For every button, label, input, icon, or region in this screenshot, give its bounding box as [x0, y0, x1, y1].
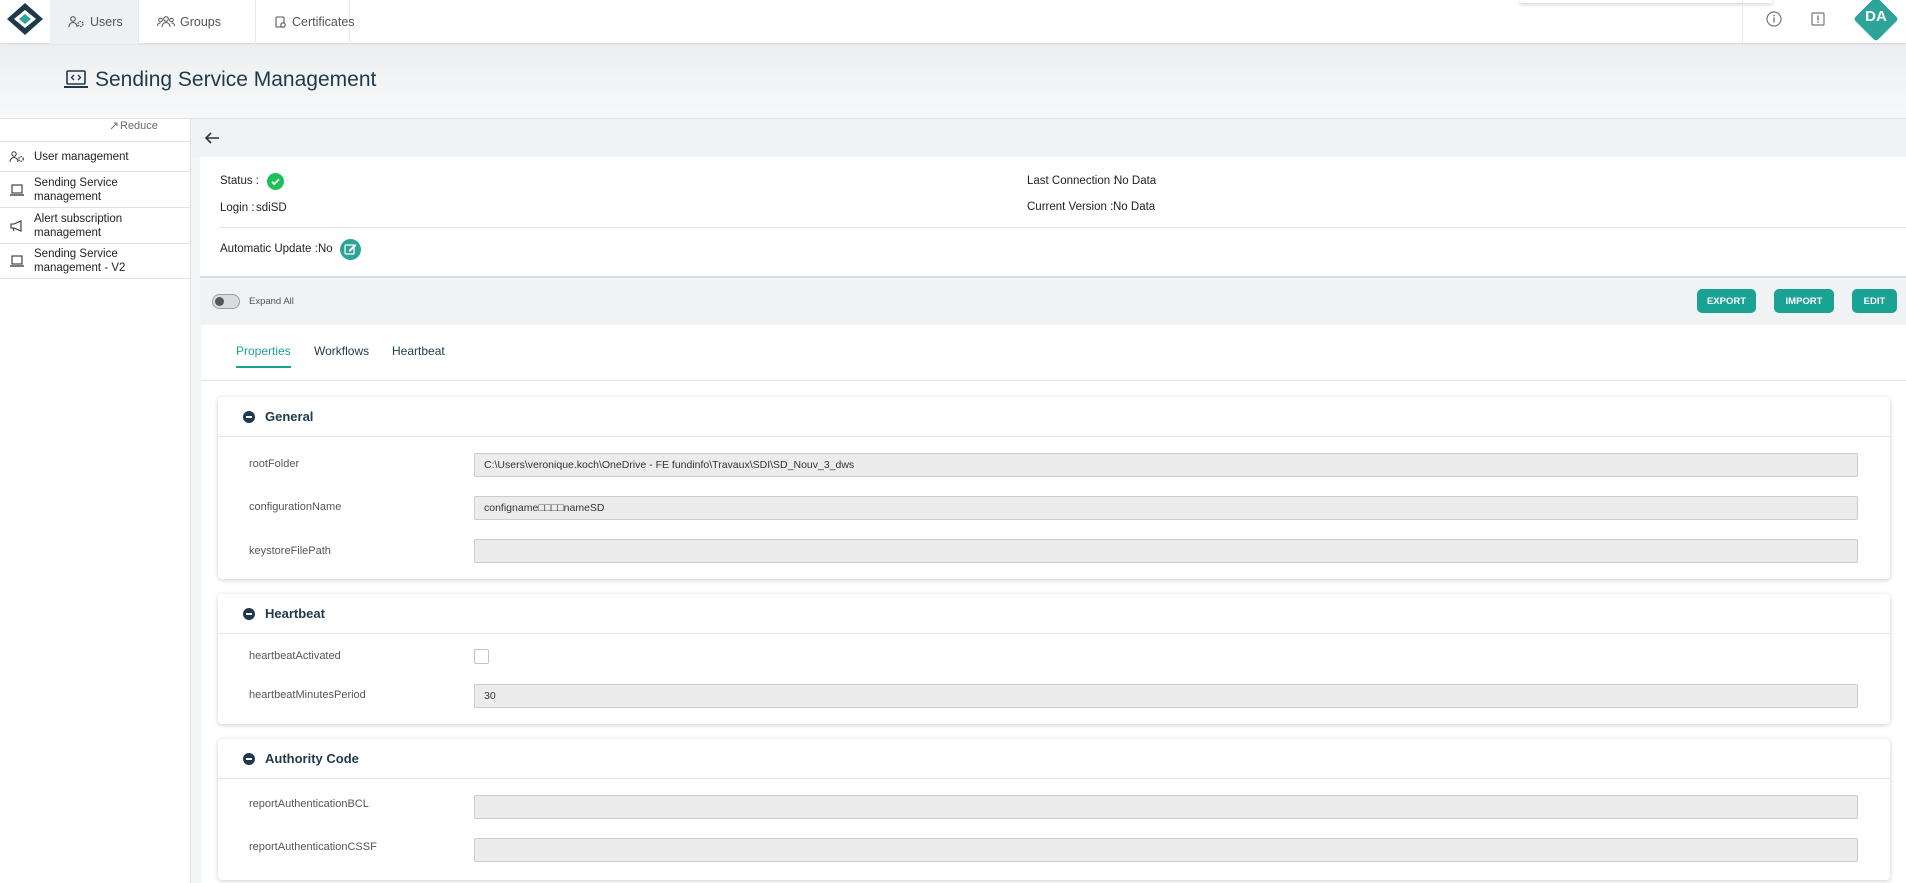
check-circle-icon [267, 173, 284, 190]
nav-tab-label: Users [90, 15, 123, 29]
field-label: configurationName [249, 501, 342, 513]
login-value: sdiSD [256, 202, 287, 214]
nav-tab-label: Certificates [292, 15, 355, 29]
collapse-minus-icon[interactable] [243, 410, 255, 423]
laptop-code-icon [63, 69, 89, 91]
reduce-label: Reduce [120, 120, 158, 132]
section-authority-code: Authority Code reportAuthenticationBCL r… [218, 739, 1890, 880]
users-cog-icon [9, 150, 29, 163]
info-icon[interactable] [1764, 9, 1784, 29]
expand-all-toggle[interactable] [212, 294, 240, 309]
section-header[interactable]: Heartbeat [218, 594, 1890, 634]
edit-button[interactable]: EDIT [1852, 289, 1897, 313]
certificate-icon [274, 15, 287, 29]
last-connection-value: No Data [1114, 175, 1157, 187]
import-button[interactable]: IMPORT [1774, 289, 1834, 313]
collapse-minus-icon[interactable] [243, 752, 255, 765]
current-version-value: No Data [1113, 201, 1156, 213]
section-title: Heartbeat [265, 606, 325, 621]
auto-update-value: No [318, 243, 333, 255]
nav-tab-label: Groups [180, 15, 221, 29]
page-title: Sending Service Management [63, 68, 376, 92]
user-avatar[interactable]: DA [1853, 0, 1899, 44]
sidebar-item-alert-subscription[interactable]: Alert subscription management [0, 207, 191, 243]
toolbar [200, 280, 1906, 324]
section-title: Authority Code [265, 751, 359, 766]
nav-tab-groups[interactable]: Groups [139, 0, 256, 44]
sidebar-item-label: Sending Service management [34, 176, 118, 203]
collapse-minus-icon[interactable] [243, 607, 255, 620]
app-logo[interactable] [5, 1, 45, 37]
field-label: rootFolder [249, 458, 300, 470]
page-title-text: Sending Service Management [95, 68, 377, 91]
sidebar-item-user-management[interactable]: User management [0, 141, 191, 171]
avatar-initials: DA [1865, 8, 1887, 25]
nav-tab-users[interactable]: Users [50, 0, 139, 44]
field-label: keystoreFilePath [249, 545, 331, 557]
sidebar-item-label: User management [34, 150, 129, 163]
tab-properties[interactable]: Properties [236, 344, 291, 368]
sidebar-item-sending-service[interactable]: Sending Service management [0, 171, 191, 207]
keystore-file-path-input[interactable] [474, 539, 1858, 563]
dropdown-panel-edge [1520, 0, 1772, 3]
configuration-name-input[interactable]: configname□□□□nameSD [474, 496, 1858, 520]
top-navbar: Users Groups Certificates DA [0, 0, 1906, 44]
current-version-label: Current Version : [1027, 201, 1114, 213]
field-label: heartbeatMinutesPeriod [249, 689, 366, 701]
section-general: General rootFolder C:\Users\veronique.ko… [218, 397, 1890, 579]
field-label: reportAuthenticationBCL [249, 798, 369, 810]
status-label: Status : [220, 175, 259, 187]
alert-icon[interactable] [1808, 9, 1828, 29]
last-connection-label: Last Connection : [1027, 175, 1117, 187]
edit-auto-update-button[interactable] [340, 239, 361, 260]
report-authentication-bcl-input[interactable] [474, 795, 1858, 819]
field-label: heartbeatActivated [249, 650, 341, 662]
sidebar-item-label: Alert subscription management [34, 212, 123, 239]
report-authentication-cssf-input[interactable] [474, 838, 1858, 862]
auto-update-label: Automatic Update : [220, 243, 318, 255]
nav-tab-certificates[interactable]: Certificates [256, 0, 355, 44]
back-bar [192, 119, 1906, 157]
divider [220, 227, 1906, 228]
tab-heartbeat[interactable]: Heartbeat [392, 344, 445, 358]
sidebar-item-sending-service-v2[interactable]: Sending Service management - V2 [0, 243, 191, 279]
laptop-icon [9, 255, 29, 267]
sidebar-item-label: Sending Service management - V2 [34, 248, 126, 274]
section-title: General [265, 409, 314, 424]
megaphone-icon [9, 219, 29, 232]
root-folder-input[interactable]: C:\Users\veronique.koch\OneDrive - FE fu… [474, 453, 1858, 477]
users-cog-icon [68, 16, 85, 28]
login-label: Login : [220, 202, 255, 214]
expand-all-label: Expand All [249, 296, 294, 307]
heartbeat-activated-checkbox[interactable] [474, 649, 489, 664]
reduce-button[interactable]: Reduce [110, 120, 158, 132]
laptop-icon [9, 183, 29, 196]
section-header[interactable]: Authority Code [218, 739, 1890, 779]
tabs-bar [201, 325, 1906, 381]
export-button[interactable]: EXPORT [1697, 289, 1756, 313]
tab-workflows[interactable]: Workflows [314, 344, 369, 358]
field-label: reportAuthenticationCSSF [249, 841, 377, 853]
pencil-square-icon [340, 239, 361, 260]
users-group-icon [157, 16, 175, 28]
back-arrow-icon[interactable] [203, 130, 221, 146]
section-heartbeat: Heartbeat heartbeatActivated heartbeatMi… [218, 594, 1890, 724]
section-header[interactable]: General [218, 397, 1890, 437]
heartbeat-period-input[interactable]: 30 [474, 684, 1858, 708]
collapse-arrows-icon [110, 122, 118, 130]
